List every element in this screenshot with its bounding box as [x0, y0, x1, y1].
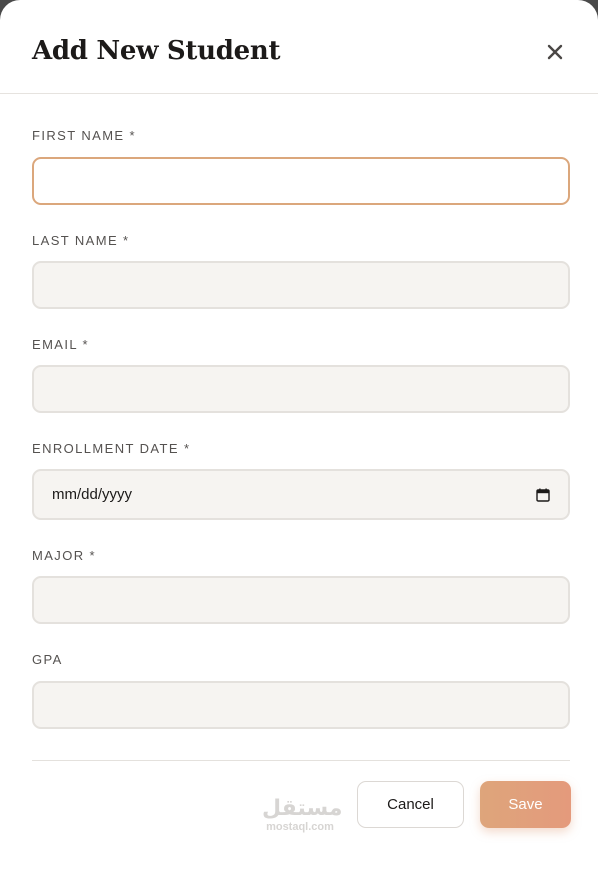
enrollment-date-input[interactable]: mm/dd/yyyy — [32, 469, 570, 520]
watermark-logo: مستقل mostaql.com — [262, 796, 343, 837]
close-icon — [547, 44, 563, 60]
footer-divider — [32, 760, 570, 761]
last-name-label: LAST NAME * — [32, 233, 130, 248]
first-name-label: FIRST NAME * — [32, 128, 136, 143]
gpa-label: GPA — [32, 652, 63, 667]
first-name-input[interactable] — [32, 157, 570, 205]
add-student-dialog: Add New Student FIRST NAME * LAST NAME *… — [0, 0, 598, 870]
calendar-icon[interactable] — [536, 488, 550, 502]
dialog-header: Add New Student — [0, 0, 598, 94]
major-input[interactable] — [32, 576, 570, 624]
last-name-input[interactable] — [32, 261, 570, 309]
close-button[interactable] — [540, 37, 570, 67]
major-label: MAJOR * — [32, 548, 96, 563]
email-input[interactable] — [32, 365, 570, 413]
save-button[interactable]: Save — [480, 781, 571, 828]
date-placeholder: mm/dd/yyyy — [52, 486, 133, 503]
watermark-latin-text: mostaql.com — [266, 821, 334, 833]
gpa-input[interactable] — [32, 681, 570, 729]
cancel-button[interactable]: Cancel — [357, 781, 464, 828]
watermark-arabic-text: مستقل — [262, 796, 343, 821]
enrollment-date-label: ENROLLMENT DATE * — [32, 441, 191, 456]
dialog-title: Add New Student — [32, 36, 281, 66]
email-label: EMAIL * — [32, 337, 90, 352]
